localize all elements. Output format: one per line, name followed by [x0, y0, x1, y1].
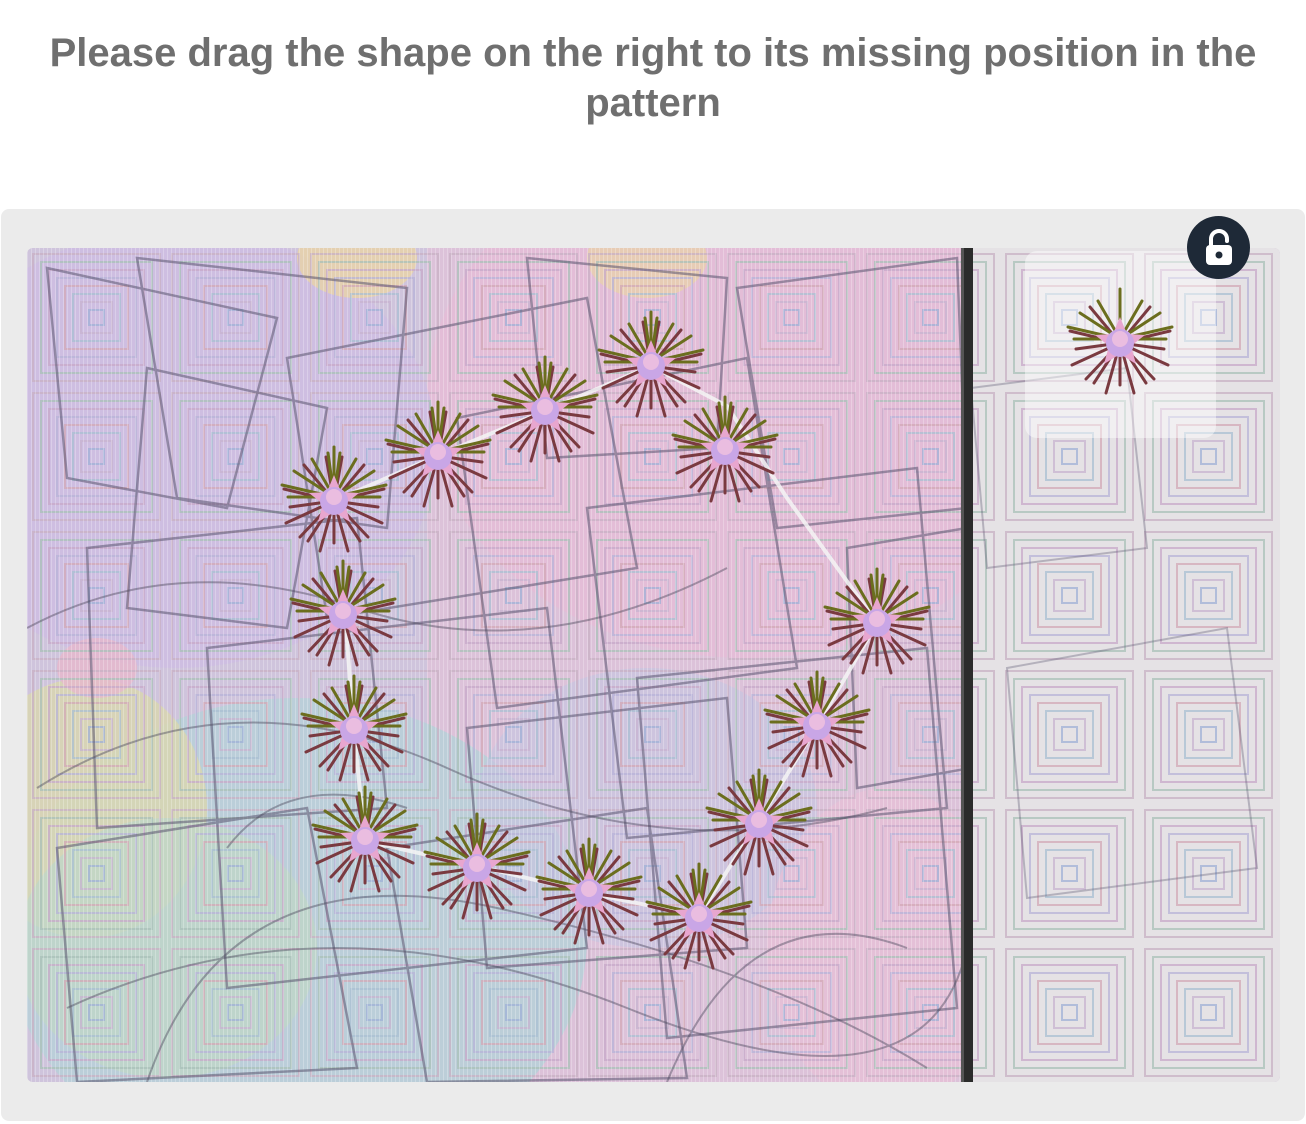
instruction-text: Please drag the shape on the right to it…: [49, 31, 1257, 125]
draggable-shape[interactable]: [1025, 251, 1216, 438]
draggable-piece-tray[interactable]: [1025, 251, 1216, 438]
lock-icon: [1205, 228, 1232, 265]
lock-button[interactable]: [1187, 216, 1250, 279]
